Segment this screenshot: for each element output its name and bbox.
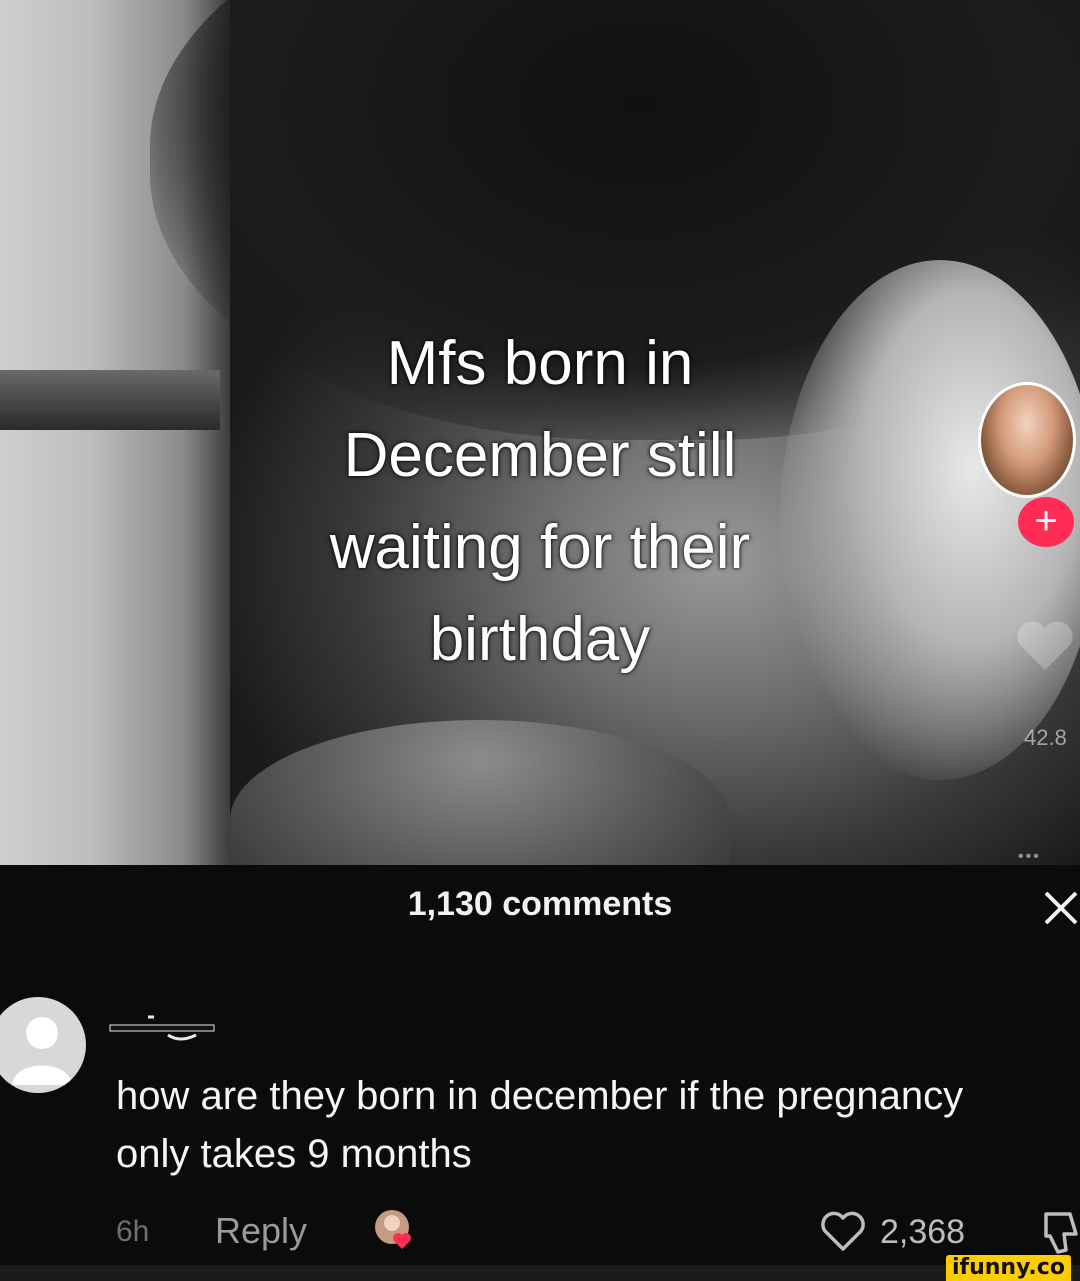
- creator-avatar[interactable]: [978, 382, 1076, 498]
- video-player[interactable]: Mfs born in December still waiting for t…: [0, 0, 1080, 865]
- comment-text: how are they born in december if the pre…: [116, 1074, 964, 1176]
- video-like-icon[interactable]: [1010, 610, 1080, 680]
- background-shelf: [0, 370, 220, 430]
- commenter-avatar[interactable]: [0, 997, 86, 1093]
- comment-like-count: 2,368: [880, 1213, 966, 1251]
- comments-sheet: 1,130 comments how are they born in dece…: [0, 865, 1080, 1265]
- video-caption: Mfs born in December still waiting for t…: [329, 329, 751, 674]
- thumbs-down-icon[interactable]: [1040, 1210, 1080, 1258]
- comments-count-title: 1,130 comments: [407, 885, 673, 923]
- person-shoulder: [230, 720, 730, 865]
- default-user-icon: [12, 1017, 72, 1085]
- reply-button[interactable]: Reply: [215, 1210, 307, 1252]
- creator-liked-badge-icon: [375, 1210, 411, 1249]
- redacted-username: [109, 1015, 215, 1041]
- watermark-bar: [0, 1265, 1080, 1281]
- close-icon[interactable]: [1040, 887, 1080, 927]
- plus-icon: +: [1034, 499, 1058, 543]
- ifunny-watermark: ifunny.co: [946, 1255, 1071, 1281]
- heart-outline-icon[interactable]: [820, 1210, 866, 1252]
- comment-timestamp: 6h: [116, 1215, 150, 1248]
- more-dots-icon[interactable]: •••: [1018, 848, 1041, 865]
- follow-button[interactable]: +: [1018, 497, 1074, 547]
- video-like-count: 42.8: [1024, 725, 1067, 750]
